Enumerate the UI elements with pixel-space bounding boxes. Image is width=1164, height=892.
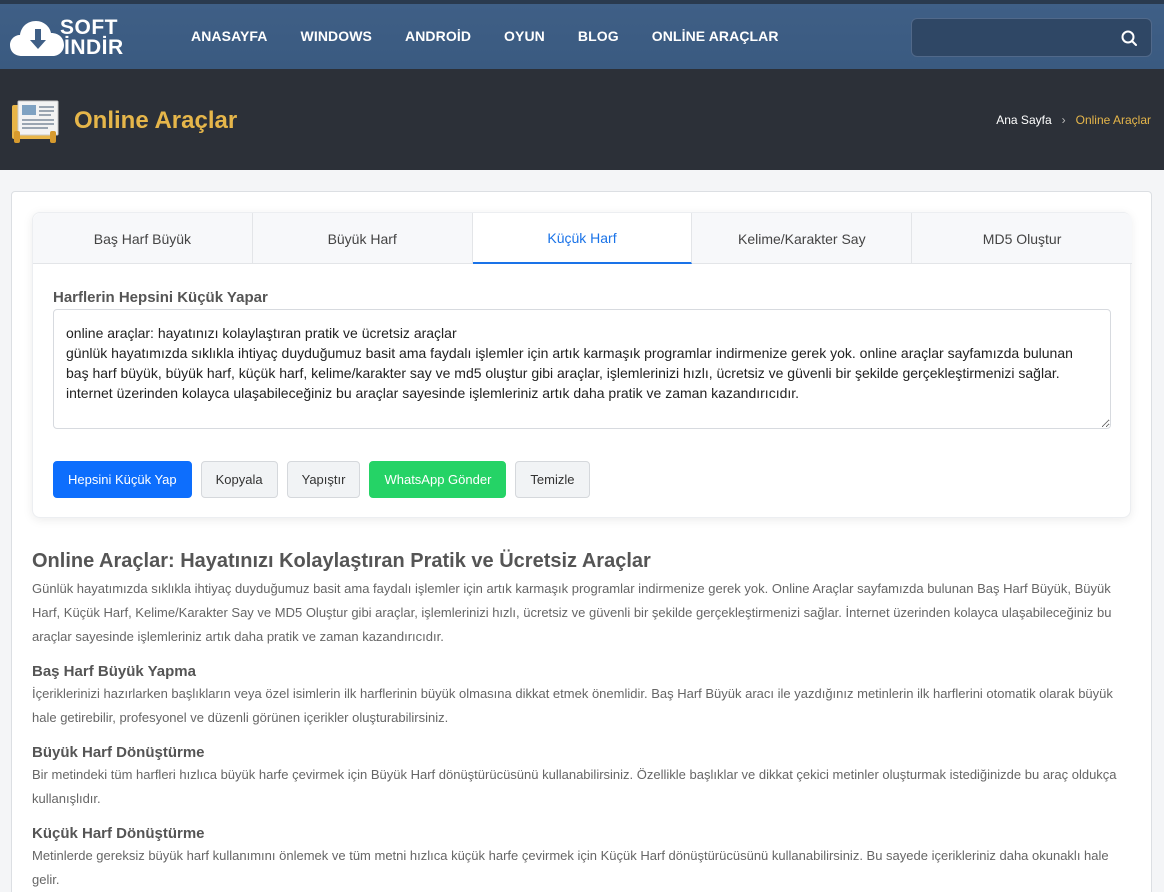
tab-bas-harf-buyuk[interactable]: Baş Harf Büyük [33,213,253,264]
newspaper-icon [12,100,59,143]
text-input-area[interactable] [53,309,1111,429]
section-heading: Küçük Harf Dönüştürme [32,825,205,842]
nav-item-android[interactable]: ANDROİD [405,28,471,44]
nav-item-oyun[interactable]: OYUN [504,28,545,44]
search-input[interactable] [912,19,1112,56]
site-logo[interactable]: SOFT İNDİR [10,16,150,62]
clear-button[interactable]: Temizle [515,461,590,498]
tool-heading: Harflerin Hepsini Küçük Yapar [53,289,268,306]
breadcrumb-current: Online Araçlar [1075,113,1151,127]
content-card: Baş Harf Büyük Büyük Harf Küçük Harf Kel… [11,191,1152,892]
paste-button[interactable]: Yapıştır [286,461,361,498]
tool-tabs: Baş Harf Büyük Büyük Harf Küçük Harf Kel… [33,213,1132,264]
section-heading: Büyük Harf Dönüştürme [32,744,205,761]
section-text: Metinlerde gereksiz büyük harf kullanımı… [32,848,1109,887]
breadcrumb-separator: › [1061,113,1066,127]
convert-lowercase-button[interactable]: Hepsini Küçük Yap [53,461,192,498]
page-title: Online Araçlar [74,107,238,134]
search-box [911,18,1152,57]
top-navbar: SOFT İNDİR ANASAYFA WINDOWS ANDROİD OYUN… [0,0,1164,69]
text-tool-panel: Baş Harf Büyük Büyük Harf Küçük Harf Kel… [32,212,1132,518]
tab-kucuk-harf[interactable]: Küçük Harf [472,213,693,264]
article: Online Araçlar: Hayatınızı Kolaylaştıran… [32,550,1132,892]
search-icon[interactable] [1121,30,1137,46]
tab-buyuk-harf[interactable]: Büyük Harf [253,213,473,264]
section-text: Bir metindeki tüm harfleri hızlıca büyük… [32,767,1117,806]
tab-md5-olustur[interactable]: MD5 Oluştur [912,213,1132,264]
main-nav: ANASAYFA WINDOWS ANDROİD OYUN BLOG ONLİN… [191,28,812,44]
logo-text-indir: İNDİR [64,36,124,59]
section-text: İçeriklerinizi hazırlarken başlıkların v… [32,686,1113,725]
whatsapp-send-button[interactable]: WhatsApp Gönder [369,461,507,498]
section-heading: Baş Harf Büyük Yapma [32,663,196,680]
breadcrumb: Ana Sayfa › Online Araçlar [996,113,1151,127]
page-header-band: Online Araçlar Ana Sayfa › Online Araçlar [0,69,1164,170]
tab-kelime-karakter-say[interactable]: Kelime/Karakter Say [692,213,913,264]
tool-buttons: Hepsini Küçük Yap Kopyala Yapıştır Whats… [53,461,599,498]
nav-item-online-araclar[interactable]: ONLİNE ARAÇLAR [652,28,779,44]
copy-button[interactable]: Kopyala [200,461,278,498]
nav-item-windows[interactable]: WINDOWS [301,28,372,44]
article-intro: Günlük hayatımızda sıklıkla ihtiyaç duyd… [32,581,1112,644]
article-title: Online Araçlar: Hayatınızı Kolaylaştıran… [32,550,651,572]
nav-item-blog[interactable]: BLOG [578,28,619,44]
nav-item-anasayfa[interactable]: ANASAYFA [191,28,268,44]
cloud-download-icon [10,21,64,56]
breadcrumb-home-link[interactable]: Ana Sayfa [996,113,1051,127]
